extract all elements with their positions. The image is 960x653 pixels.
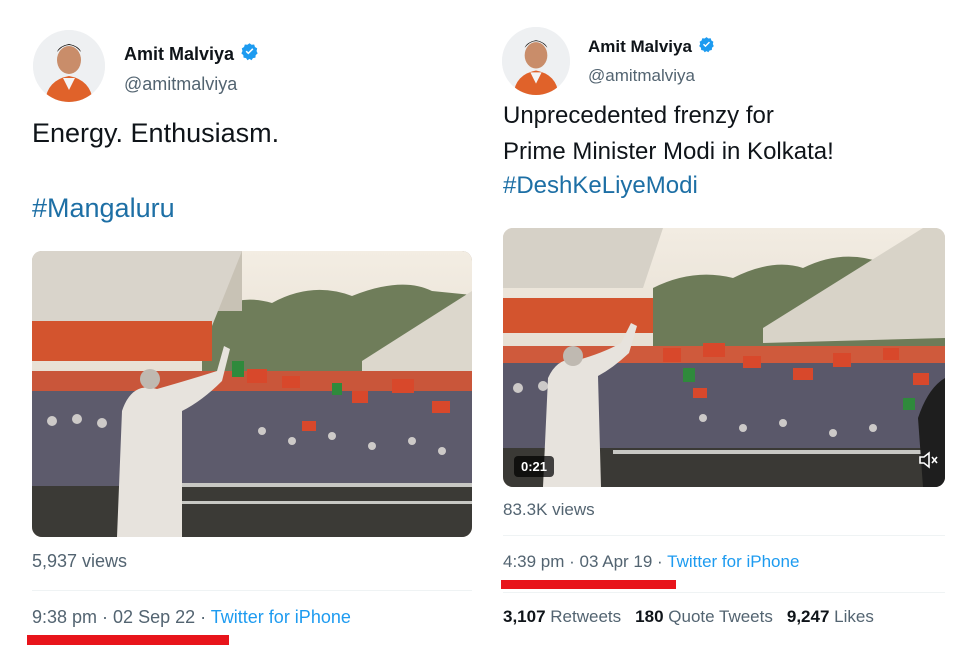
likes-label: Likes [834, 607, 874, 626]
avatar[interactable] [502, 27, 570, 95]
meta-separator: · [564, 552, 580, 571]
view-count: 83.3K views [503, 500, 595, 519]
tweet-time: 4:39 pm [503, 552, 565, 571]
verified-badge-icon [240, 42, 259, 66]
meta-separator: · [652, 552, 668, 571]
quote-tweets-label: Quote Tweets [668, 607, 773, 626]
mute-icon[interactable] [914, 448, 942, 472]
tweet-left: Amit Malviya @amitmalviya Energy. Enthus… [0, 0, 480, 653]
likes-stat[interactable]: 9,247 Likes [787, 607, 874, 626]
highlight-underline [27, 635, 229, 645]
hashtag-link[interactable]: #Mangaluru [32, 193, 175, 224]
tweet-right: Amit Malviya @amitmalviya Unprecedented … [480, 0, 960, 653]
view-count: 5,937 views [32, 551, 128, 571]
author-handle[interactable]: @amitmalviya [124, 74, 237, 95]
tweet-video[interactable] [32, 251, 472, 537]
divider [503, 535, 945, 536]
likes-count: 9,247 [786, 607, 830, 626]
divider [503, 592, 945, 593]
author-name[interactable]: Amit Malviya [124, 42, 259, 66]
meta-separator: · [97, 607, 114, 627]
engagement-stats: 3,107 Retweets 180 Quote Tweets 9,247 Like… [503, 607, 874, 627]
retweets-count: 3,107 [503, 607, 546, 626]
tweet-text-line2: Prime Minister Modi in Kolkata! [503, 138, 834, 165]
author-handle[interactable]: @amitmalviya [588, 66, 695, 86]
author-name[interactable]: Amit Malviya [588, 36, 715, 58]
author-name-text: Amit Malviya [588, 37, 692, 56]
tweet-video[interactable] [503, 228, 945, 487]
tweet-client-link[interactable]: Twitter for iPhone [667, 552, 799, 571]
retweets-label: Retweets [550, 607, 622, 626]
tweet-text-line1: Unprecedented frenzy for [503, 102, 774, 129]
meta-separator: · [195, 607, 211, 627]
video-duration-badge: 0:21 [514, 456, 555, 477]
tweet-date: 02 Sep 22 [113, 607, 196, 627]
author-name-text: Amit Malviya [124, 43, 235, 64]
verified-badge-icon [698, 36, 715, 58]
hashtag-link[interactable]: #DeshKeLiyeModi [503, 172, 698, 200]
avatar[interactable] [33, 30, 105, 102]
tweet-timestamp[interactable]: 9:38 pm · 02 Sep 22 · Twitter for iPhone [32, 607, 351, 628]
divider [32, 590, 472, 591]
highlight-underline [501, 580, 676, 589]
tweet-timestamp[interactable]: 4:39 pm · 03 Apr 19 · Twitter for iPhone [503, 552, 799, 572]
tweet-date: 03 Apr 19 [579, 552, 653, 571]
retweets-stat[interactable]: 3,107 Retweets [503, 607, 621, 626]
quote-tweets-stat[interactable]: 180 Quote Tweets [635, 607, 773, 626]
tweet-time: 9:38 pm [32, 607, 98, 627]
tweet-client-link[interactable]: Twitter for iPhone [211, 607, 351, 627]
tweet-text: Energy. Enthusiasm. [32, 118, 280, 148]
quote-tweets-count: 180 [635, 607, 664, 626]
